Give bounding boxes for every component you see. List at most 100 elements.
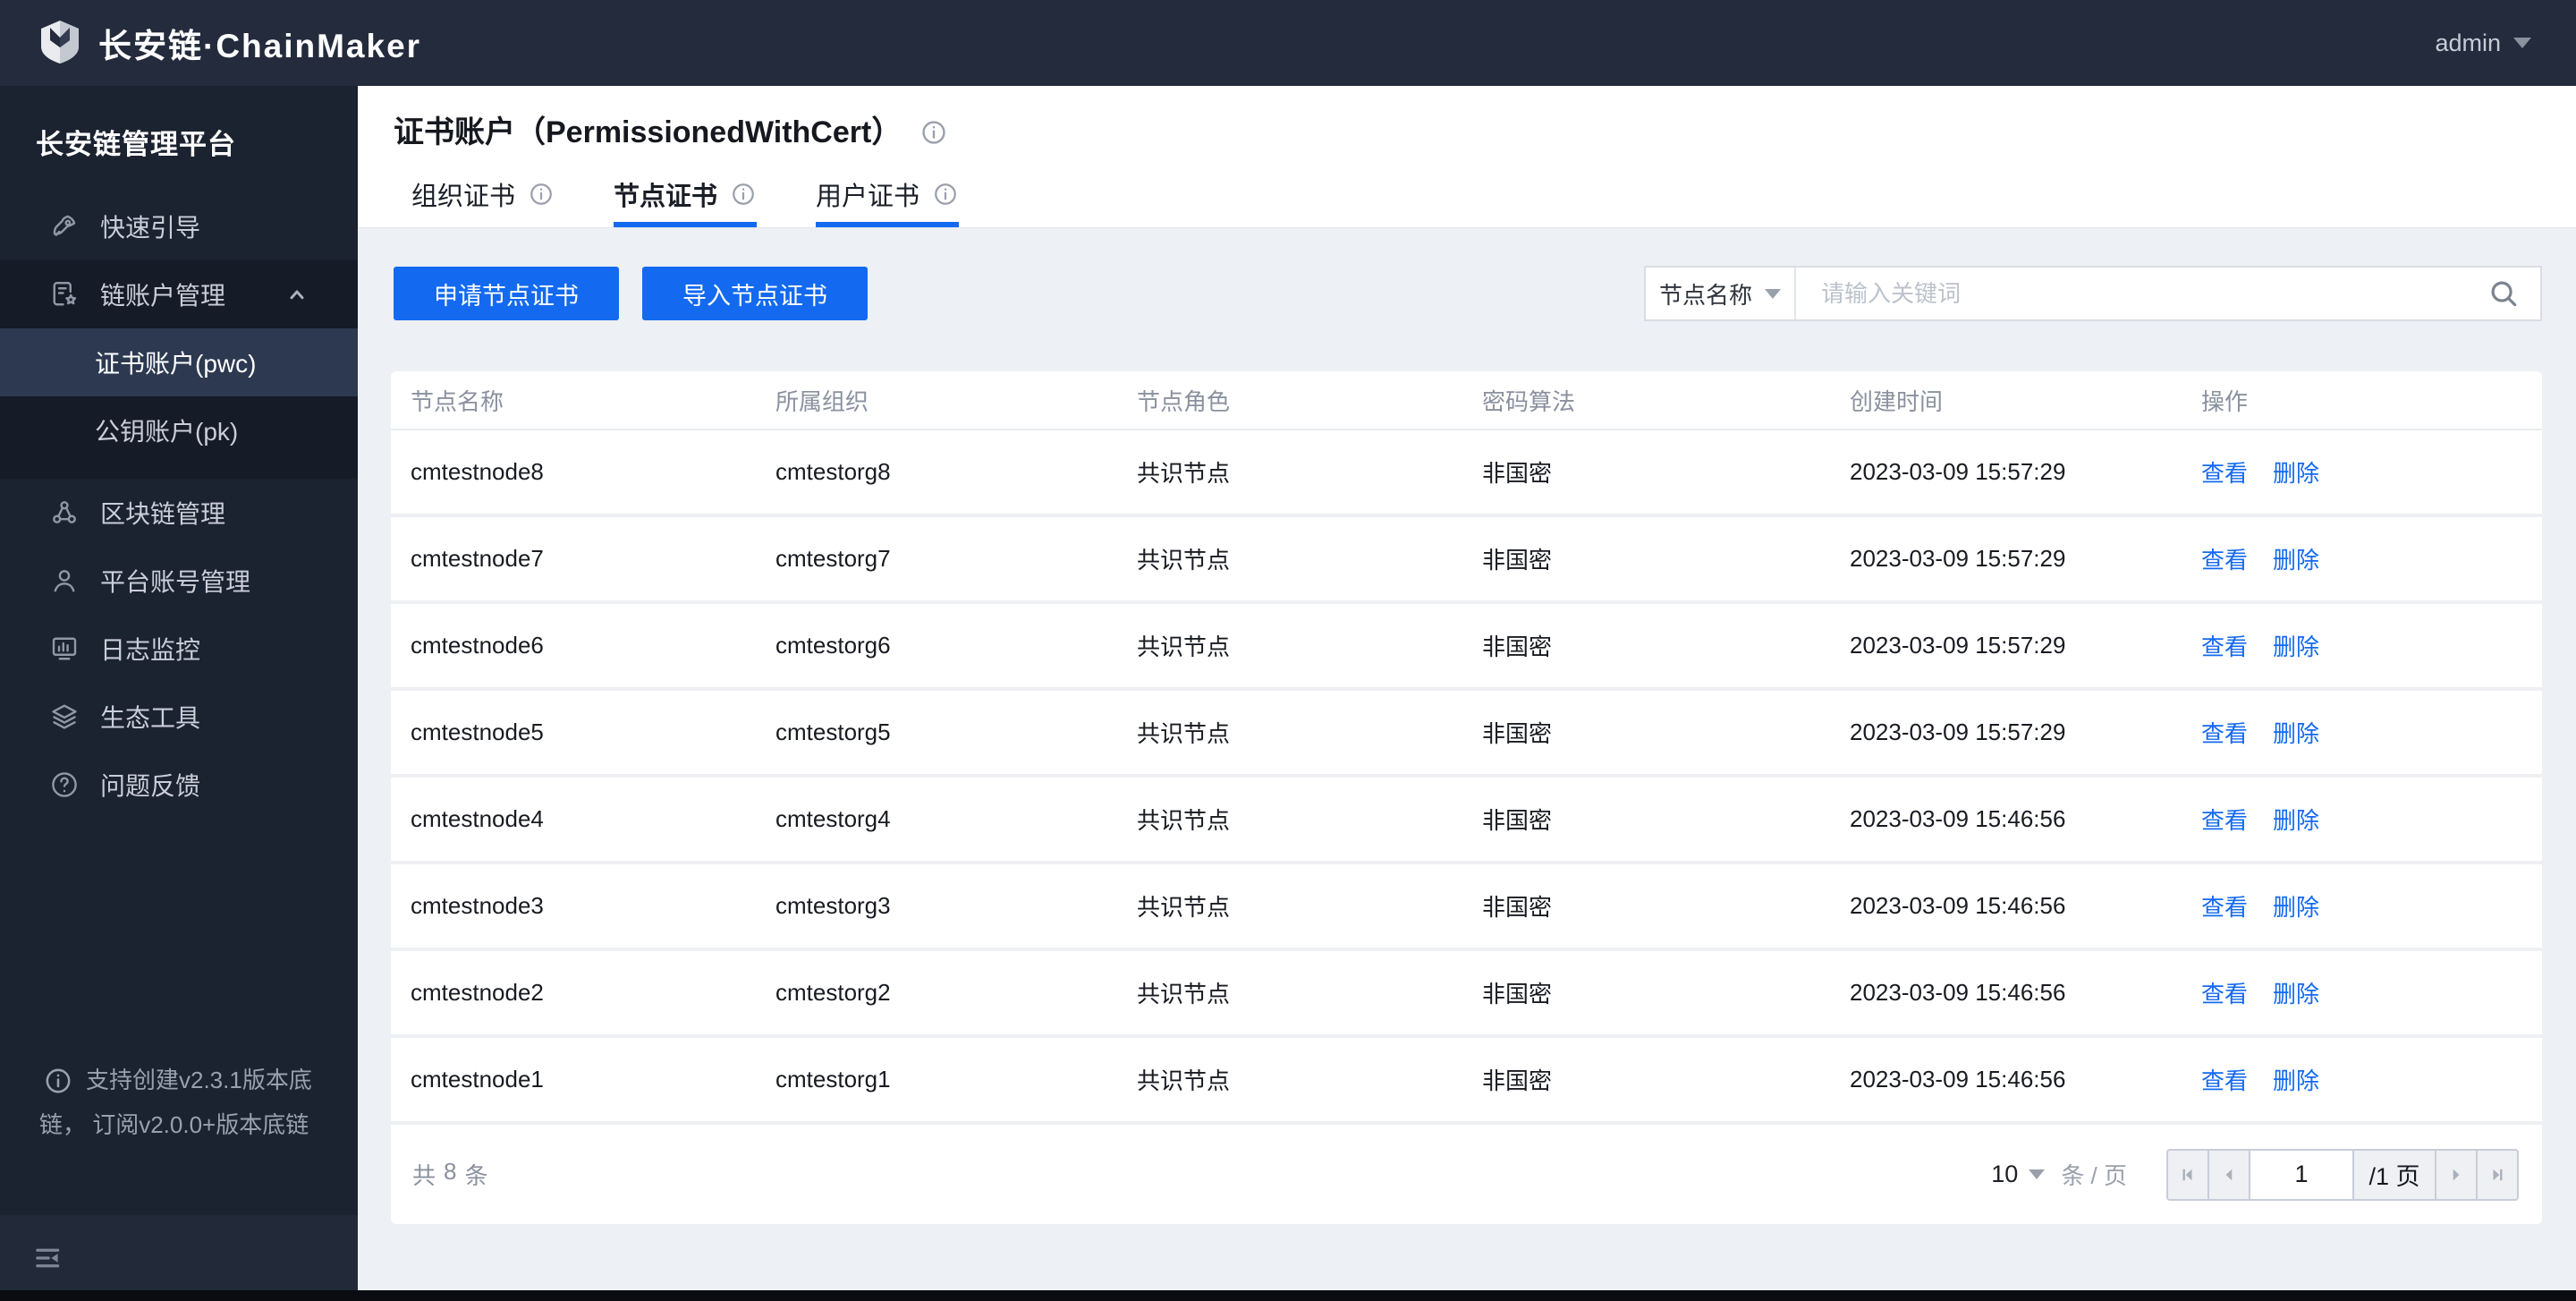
delete-link[interactable]: 删除: [2273, 976, 2319, 1009]
import-node-cert-button[interactable]: 导入节点证书: [642, 267, 868, 320]
cell-org: cmtestorg2: [775, 979, 891, 1006]
brand[interactable]: 长安链·ChainMaker: [38, 19, 421, 67]
delete-link[interactable]: 删除: [2273, 803, 2319, 836]
first-page-button[interactable]: [2166, 1148, 2209, 1201]
sidebar-group-chain-account: 链账户管理 证书账户(pwc) 公钥账户(pk): [0, 260, 358, 479]
sidebar: 长安链管理平台 快速引导 链账户管理 证书账户(pwc) 公钥账户(pk) 区块…: [0, 86, 358, 1301]
sidebar-item-label: 问题反馈: [100, 772, 201, 800]
sidebar-item-pubkey-account-pk[interactable]: 公钥账户(pk): [0, 396, 358, 464]
sidebar-item-chain-account-mgmt[interactable]: 链账户管理: [0, 260, 358, 328]
delete-link[interactable]: 删除: [2273, 889, 2319, 923]
window-bottom-edge: [0, 1290, 2576, 1301]
info-icon[interactable]: [932, 181, 959, 208]
app: 长安链·ChainMaker admin 长安链管理平台 快速引导 链账户管理 …: [0, 0, 2576, 1301]
delete-link[interactable]: 删除: [2273, 629, 2319, 662]
chevron-down-icon: [2029, 1169, 2046, 1179]
title-info-icon[interactable]: [919, 118, 948, 147]
sidebar-item-label: 生态工具: [100, 704, 201, 732]
cell-algorithm: 非国密: [1482, 460, 1553, 487]
table-row: cmtestnode4 cmtestorg4 共识节点 非国密 2023-03-…: [391, 778, 2542, 864]
view-link[interactable]: 查看: [2201, 455, 2248, 489]
tab-user-cert[interactable]: 用户证书: [816, 175, 960, 227]
cell-node-name: cmtestnode5: [411, 719, 544, 745]
feedback-icon: [52, 772, 77, 797]
search-filter-select[interactable]: 节点名称: [1646, 268, 1796, 319]
page-size-unit: 条 / 页: [2061, 1162, 2127, 1189]
tab-indicator: [816, 222, 960, 227]
sidebar-item-label: 平台账号管理: [100, 568, 251, 596]
cell-role: 共识节点: [1137, 1067, 1231, 1094]
cell-created: 2023-03-09 15:46:56: [1850, 1066, 2066, 1093]
prev-page-button[interactable]: [2207, 1148, 2250, 1201]
sidebar-item-log-monitor[interactable]: 日志监控: [0, 615, 358, 683]
cell-node-name: cmtestnode1: [411, 1066, 544, 1093]
cell-org: cmtestorg8: [775, 458, 891, 485]
total-pages-label: /1 页: [2352, 1148, 2436, 1201]
tab-indicator: [614, 222, 758, 227]
view-link[interactable]: 查看: [2201, 889, 2248, 923]
table-row: cmtestnode2 cmtestorg2 共识节点 非国密 2023-03-…: [391, 951, 2542, 1038]
sidebar-item-feedback[interactable]: 问题反馈: [0, 751, 358, 819]
sidebar-item-quick-guide[interactable]: 快速引导: [0, 192, 358, 260]
page-size-select[interactable]: 10: [1991, 1161, 2046, 1188]
col-actions: 操作: [2201, 387, 2249, 415]
col-node-name: 节点名称: [411, 387, 504, 415]
sidebar-item-blockchain-mgmt[interactable]: 区块链管理: [0, 479, 358, 547]
table-row: cmtestnode1 cmtestorg1 共识节点 非国密 2023-03-…: [391, 1038, 2542, 1125]
cell-org: cmtestorg3: [775, 892, 891, 919]
info-icon[interactable]: [730, 181, 757, 208]
current-page-input[interactable]: [2249, 1148, 2354, 1201]
sidebar-item-eco-tools[interactable]: 生态工具: [0, 683, 358, 751]
node-cert-table: 节点名称 所属组织 节点角色 密码算法 创建时间 操作 cmtestnode8 …: [391, 371, 2542, 1224]
sidebar-item-label: 公钥账户(pk): [95, 418, 239, 446]
tab-node-cert[interactable]: 节点证书: [614, 175, 758, 227]
sidebar-item-cert-account-pwc[interactable]: 证书账户(pwc): [0, 328, 358, 396]
col-org: 所属组织: [775, 387, 869, 415]
chainmaker-logo-icon: [38, 19, 82, 67]
user-menu[interactable]: admin: [2435, 30, 2531, 57]
platform-account-icon: [54, 570, 75, 592]
sidebar-item-label: 快速引导: [100, 214, 201, 242]
cell-algorithm: 非国密: [1482, 720, 1553, 747]
delete-link[interactable]: 删除: [2273, 542, 2319, 575]
view-link[interactable]: 查看: [2201, 629, 2248, 662]
sidebar-title: 长安链管理平台: [36, 129, 236, 160]
table-row: cmtestnode7 cmtestorg7 共识节点 非国密 2023-03-…: [391, 517, 2542, 604]
cell-created: 2023-03-09 15:57:29: [1850, 458, 2066, 485]
sidebar-collapse-button[interactable]: [0, 1215, 358, 1301]
cert-tabs: 组织证书 节点证书 用户证书: [411, 175, 1018, 227]
view-link[interactable]: 查看: [2201, 716, 2248, 749]
view-link[interactable]: 查看: [2201, 542, 2248, 575]
app-header: 长安链·ChainMaker admin: [0, 0, 2576, 86]
log-monitor-icon: [52, 637, 77, 660]
total-count-value: 8: [444, 1158, 457, 1185]
last-page-button[interactable]: [2476, 1148, 2519, 1201]
col-algorithm: 密码算法: [1482, 387, 1576, 415]
cell-org: cmtestorg7: [775, 545, 891, 572]
view-link[interactable]: 查看: [2201, 1063, 2248, 1096]
cell-algorithm: 非国密: [1482, 807, 1553, 834]
tab-org-cert[interactable]: 组织证书: [411, 175, 555, 227]
sidebar-item-label: 日志监控: [100, 636, 201, 664]
view-link[interactable]: 查看: [2201, 803, 2248, 836]
page-title: 证书账户（PermissionedWithCert）: [394, 115, 902, 149]
sidebar-item-platform-account-mgmt[interactable]: 平台账号管理: [0, 547, 358, 615]
view-link[interactable]: 查看: [2201, 976, 2248, 1009]
cell-created: 2023-03-09 15:46:56: [1850, 979, 2066, 1006]
search-input[interactable]: [1796, 268, 2487, 319]
apply-node-cert-button[interactable]: 申请节点证书: [394, 267, 619, 320]
next-page-button[interactable]: [2435, 1148, 2478, 1201]
delete-link[interactable]: 删除: [2273, 1063, 2319, 1096]
delete-link[interactable]: 删除: [2273, 455, 2319, 489]
version-note-text: 支持创建v2.3.1版本底链， 订阅v2.0.0+版本底链: [39, 1067, 312, 1138]
col-created: 创建时间: [1850, 387, 1944, 415]
delete-link[interactable]: 删除: [2273, 716, 2319, 749]
table-row: cmtestnode6 cmtestorg6 共识节点 非国密 2023-03-…: [391, 604, 2542, 691]
main-content: 证书账户（PermissionedWithCert） 组织证书 节点证书 用户证…: [358, 86, 2576, 1301]
search-icon[interactable]: [2487, 276, 2521, 310]
info-icon[interactable]: [528, 181, 555, 208]
sidebar-version-note: 支持创建v2.3.1版本底链， 订阅v2.0.0+版本底链: [39, 1058, 327, 1147]
cell-role: 共识节点: [1137, 633, 1231, 660]
total-count: 共 8 条: [412, 1158, 488, 1189]
cell-created: 2023-03-09 15:46:56: [1850, 892, 2066, 919]
